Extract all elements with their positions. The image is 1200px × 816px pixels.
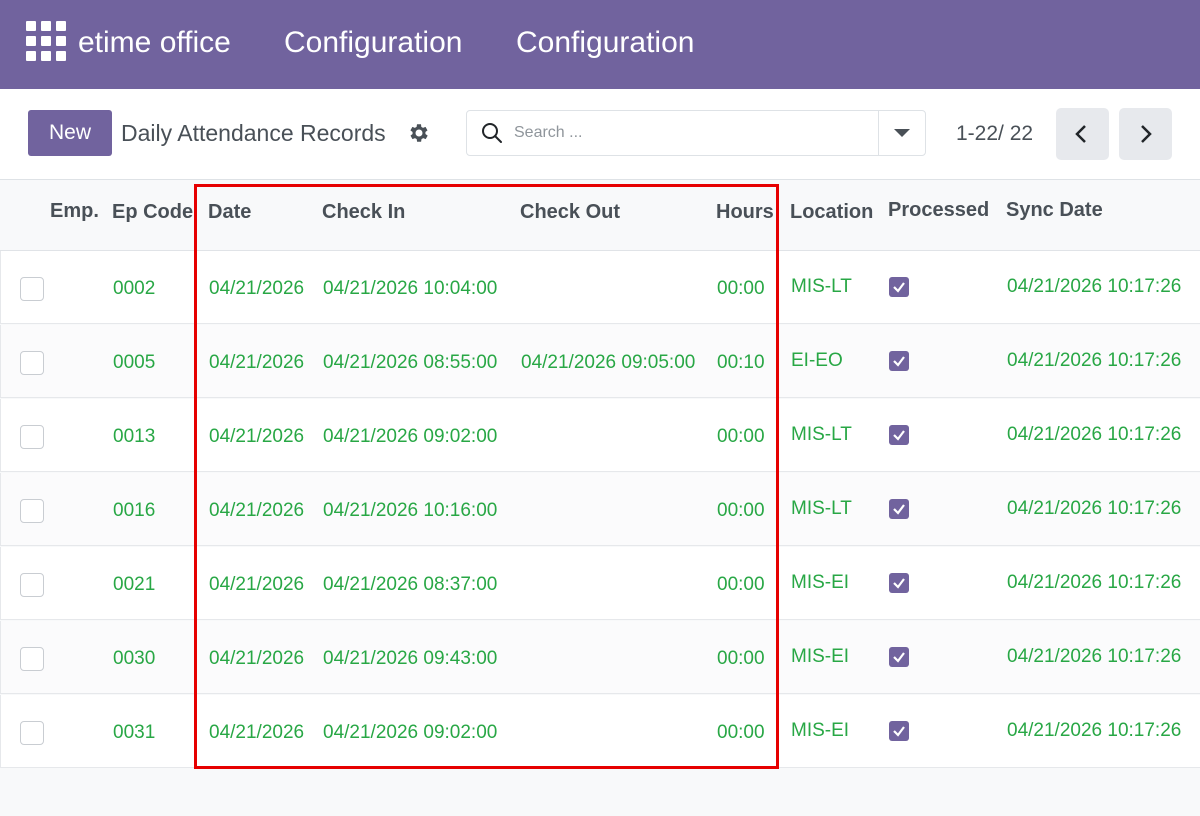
row-select-checkbox[interactable] xyxy=(20,277,44,301)
table-row[interactable]: 0030 04/21/2026 04/21/2026 09:43:00 00:00 MI… xyxy=(0,621,1200,694)
processed-checkbox[interactable] xyxy=(889,351,909,371)
cell-sync-date: 04/21/2026 10:17:26 xyxy=(1007,424,1182,445)
gear-icon[interactable] xyxy=(407,121,431,145)
cell-date: 04/21/2026 xyxy=(209,500,305,521)
row-select-checkbox[interactable] xyxy=(20,721,44,745)
cell-hours: 00:00 xyxy=(717,574,765,595)
row-select-checkbox[interactable] xyxy=(20,351,44,375)
cell-location: MIS-LT xyxy=(791,424,852,445)
processed-checkbox[interactable] xyxy=(889,721,909,741)
cell-date: 04/21/2026 xyxy=(209,574,305,595)
cell-date: 04/21/2026 xyxy=(209,722,305,743)
row-select-checkbox[interactable] xyxy=(20,573,44,597)
apps-grid-icon[interactable] xyxy=(26,21,66,61)
processed-checkbox[interactable] xyxy=(889,499,909,519)
cell-ep-code: 0016 xyxy=(113,500,156,521)
cell-ep-code: 0002 xyxy=(113,278,156,299)
cell-check-in: 04/21/2026 10:04:00 xyxy=(323,278,498,299)
cell-check-in: 04/21/2026 09:43:00 xyxy=(323,648,498,669)
cell-hours: 00:00 xyxy=(717,500,765,521)
cell-ep-code: 0005 xyxy=(113,352,156,373)
cell-ep-code: 0013 xyxy=(113,426,156,447)
chevron-right-icon xyxy=(1141,125,1152,143)
cell-hours: 00:00 xyxy=(717,278,765,299)
new-button[interactable]: New xyxy=(28,110,112,156)
pager-value[interactable]: 1-22/ 22 xyxy=(956,120,1033,148)
cell-ep-code: 0021 xyxy=(113,574,156,595)
table-row[interactable]: 0016 04/21/2026 04/21/2026 10:16:00 00:00 MI… xyxy=(0,473,1200,546)
cell-date: 04/21/2026 xyxy=(209,648,305,669)
processed-checkbox[interactable] xyxy=(889,647,909,667)
col-sync-date[interactable]: Sync Date xyxy=(1006,199,1103,222)
search-icon xyxy=(482,123,502,143)
col-ep-code[interactable]: Ep Code xyxy=(112,201,193,224)
cell-date: 04/21/2026 xyxy=(209,278,305,299)
row-select-checkbox[interactable] xyxy=(20,647,44,671)
pager-previous-button[interactable] xyxy=(1056,108,1109,160)
cell-check-in: 04/21/2026 08:37:00 xyxy=(323,574,498,595)
search-options-toggle[interactable] xyxy=(878,111,925,155)
cell-date: 04/21/2026 xyxy=(209,352,305,373)
cell-sync-date: 04/21/2026 10:17:26 xyxy=(1007,572,1182,593)
table-row[interactable]: 0013 04/21/2026 04/21/2026 09:02:00 00:00 MI… xyxy=(0,399,1200,472)
table-row[interactable]: 0002 04/21/2026 04/21/2026 10:04:00 00:00 MI… xyxy=(0,251,1200,324)
col-hours[interactable]: Hours xyxy=(716,201,774,224)
cell-check-in: 04/21/2026 08:55:00 xyxy=(323,352,498,373)
cell-ep-code: 0031 xyxy=(113,722,156,743)
cell-check-in: 04/21/2026 09:02:00 xyxy=(323,722,498,743)
table-row[interactable]: 0031 04/21/2026 04/21/2026 09:02:00 00:00 MI… xyxy=(0,695,1200,768)
table-row[interactable]: 0021 04/21/2026 04/21/2026 08:37:00 00:00 MI… xyxy=(0,547,1200,620)
cell-sync-date: 04/21/2026 10:17:26 xyxy=(1007,350,1182,371)
processed-checkbox[interactable] xyxy=(889,573,909,593)
cell-location: EI-EO xyxy=(791,350,843,371)
cell-location: MIS-EI xyxy=(791,646,850,667)
control-panel: New Daily Attendance Records Search ... … xyxy=(0,89,1200,180)
cell-location: MIS-LT xyxy=(791,276,852,297)
cell-location: MIS-EI xyxy=(791,572,850,593)
table-row[interactable]: 0005 04/21/2026 04/21/2026 08:55:00 04/21/2… xyxy=(0,325,1200,398)
processed-checkbox[interactable] xyxy=(889,277,909,297)
cell-hours: 00:10 xyxy=(717,352,765,373)
attendance-table: Emp. Ep Code Date Check In Check Out Hou… xyxy=(0,180,1200,770)
processed-checkbox[interactable] xyxy=(889,425,909,445)
search-box[interactable]: Search ... xyxy=(466,110,926,156)
cell-date: 04/21/2026 xyxy=(209,426,305,447)
col-check-in[interactable]: Check In xyxy=(322,201,405,224)
cell-sync-date: 04/21/2026 10:17:26 xyxy=(1007,276,1182,297)
col-emp[interactable]: Emp. xyxy=(50,200,99,223)
col-date[interactable]: Date xyxy=(208,201,251,224)
chevron-left-icon xyxy=(1075,125,1086,143)
menu-configuration-1[interactable]: Configuration xyxy=(284,24,462,62)
cell-sync-date: 04/21/2026 10:17:26 xyxy=(1007,720,1182,741)
cell-check-in: 04/21/2026 09:02:00 xyxy=(323,426,498,447)
page-title: Daily Attendance Records xyxy=(121,120,386,146)
cell-location: MIS-EI xyxy=(791,720,850,741)
row-select-checkbox[interactable] xyxy=(20,425,44,449)
cell-hours: 00:00 xyxy=(717,426,765,447)
cell-check-out: 04/21/2026 09:05:00 xyxy=(521,352,696,373)
cell-location: MIS-LT xyxy=(791,498,852,519)
app-brand[interactable]: etime office xyxy=(78,24,231,62)
cell-sync-date: 04/21/2026 10:17:26 xyxy=(1007,646,1182,667)
table-header: Emp. Ep Code Date Check In Check Out Hou… xyxy=(0,180,1200,251)
col-processed[interactable]: Processed xyxy=(888,199,989,222)
col-location[interactable]: Location xyxy=(790,201,873,224)
menu-configuration-2[interactable]: Configuration xyxy=(516,24,694,62)
cell-hours: 00:00 xyxy=(717,722,765,743)
cell-hours: 00:00 xyxy=(717,648,765,669)
col-check-out[interactable]: Check Out xyxy=(520,201,620,224)
top-navbar: etime office Configuration Configuration xyxy=(0,0,1200,89)
search-input[interactable]: Search ... xyxy=(514,124,582,142)
cell-ep-code: 0030 xyxy=(113,648,156,669)
cell-sync-date: 04/21/2026 10:17:26 xyxy=(1007,498,1182,519)
cell-check-in: 04/21/2026 10:16:00 xyxy=(323,500,498,521)
row-select-checkbox[interactable] xyxy=(20,499,44,523)
pager-next-button[interactable] xyxy=(1119,108,1172,160)
